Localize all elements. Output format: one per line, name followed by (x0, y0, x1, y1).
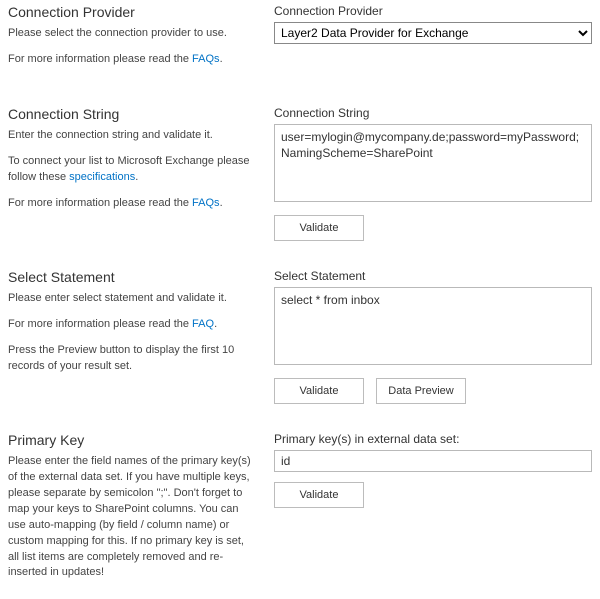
connection-string-control: Connection String Validate (274, 106, 592, 241)
data-preview-button[interactable]: Data Preview (376, 378, 466, 404)
select-statement-desc: Please enter select statement and valida… (8, 291, 258, 307)
section-primary-key: Primary Key Please enter the field names… (8, 432, 592, 592)
validate-primary-key-button[interactable]: Validate (274, 482, 364, 508)
primary-key-help: Primary Key Please enter the field names… (8, 432, 258, 592)
select-statement-more-suffix: . (214, 318, 217, 330)
select-statement-buttons: Validate Data Preview (274, 378, 592, 404)
connection-provider-select[interactable]: Layer2 Data Provider for Exchange (274, 22, 592, 44)
select-statement-label: Select Statement (274, 269, 592, 283)
select-statement-control: Select Statement Validate Data Preview (274, 269, 592, 404)
connection-provider-desc: Please select the connection provider to… (8, 26, 258, 42)
connection-string-desc: Enter the connection string and validate… (8, 128, 258, 144)
section-connection-string: Connection String Enter the connection s… (8, 106, 592, 241)
primary-key-heading: Primary Key (8, 432, 258, 448)
section-select-statement: Select Statement Please enter select sta… (8, 269, 592, 404)
select-statement-heading: Select Statement (8, 269, 258, 285)
validate-connection-string-button[interactable]: Validate (274, 215, 364, 241)
select-statement-more: For more information please read the FAQ… (8, 317, 258, 333)
faqs-link[interactable]: FAQs (192, 53, 220, 65)
connection-string-more-prefix: For more information please read the (8, 197, 192, 209)
section-connection-provider: Connection Provider Please select the co… (8, 4, 592, 78)
select-statement-input[interactable] (274, 287, 592, 365)
faqs-link-2[interactable]: FAQs (192, 197, 220, 209)
connection-string-instr-suffix: . (135, 171, 138, 183)
connection-string-more: For more information please read the FAQ… (8, 196, 258, 212)
connection-string-heading: Connection String (8, 106, 258, 122)
primary-key-buttons: Validate (274, 482, 592, 508)
primary-key-label: Primary key(s) in external data set: (274, 432, 592, 446)
connection-string-help: Connection String Enter the connection s… (8, 106, 258, 241)
connection-provider-more: For more information please read the FAQ… (8, 52, 258, 68)
connection-provider-more-suffix: . (220, 53, 223, 65)
select-statement-more-prefix: For more information please read the (8, 318, 192, 330)
primary-key-desc: Please enter the field names of the prim… (8, 454, 258, 582)
connection-provider-heading: Connection Provider (8, 4, 258, 20)
specifications-link[interactable]: specifications (69, 171, 135, 183)
validate-select-statement-button[interactable]: Validate (274, 378, 364, 404)
connection-provider-label: Connection Provider (274, 4, 592, 18)
primary-key-control: Primary key(s) in external data set: Val… (274, 432, 592, 592)
primary-key-input[interactable] (274, 450, 592, 472)
connection-string-more-suffix: . (220, 197, 223, 209)
select-statement-help: Select Statement Please enter select sta… (8, 269, 258, 404)
connection-string-buttons: Validate (274, 215, 592, 241)
connection-provider-help: Connection Provider Please select the co… (8, 4, 258, 78)
connection-string-input[interactable] (274, 124, 592, 202)
connection-provider-more-prefix: For more information please read the (8, 53, 192, 65)
faq-link[interactable]: FAQ (192, 318, 214, 330)
connection-string-label: Connection String (274, 106, 592, 120)
connection-provider-control: Connection Provider Layer2 Data Provider… (274, 4, 592, 78)
connection-string-instr: To connect your list to Microsoft Exchan… (8, 154, 258, 186)
select-statement-preview-note: Press the Preview button to display the … (8, 343, 258, 375)
